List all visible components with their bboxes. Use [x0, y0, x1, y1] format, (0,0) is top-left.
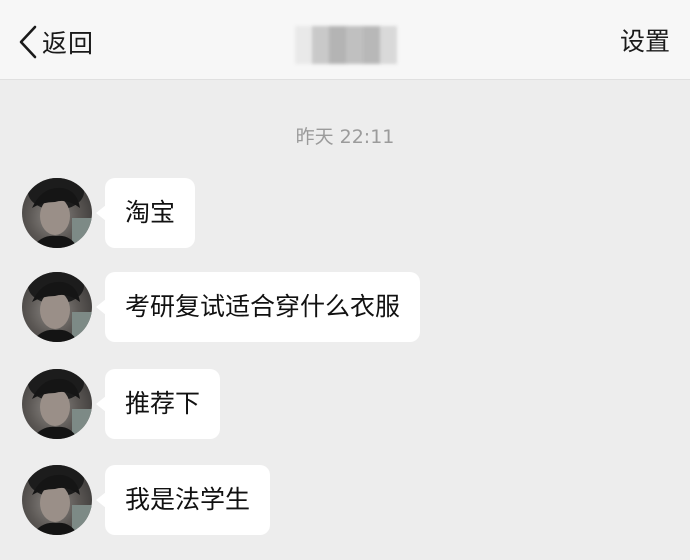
message-bubble[interactable]: 淘宝 — [95, 178, 196, 248]
avatar[interactable] — [22, 272, 92, 342]
chevron-left-icon — [19, 25, 37, 59]
chat-title-redacted — [295, 26, 397, 64]
avatar[interactable] — [22, 369, 92, 439]
message-bubble[interactable]: 推荐下 — [95, 369, 221, 439]
message-bubble[interactable]: 考研复试适合穿什么衣服 — [95, 272, 421, 342]
timestamp: 昨天 22:11 — [295, 126, 395, 148]
avatar-photo — [28, 272, 92, 342]
back-button[interactable]: 返回 — [18, 22, 94, 62]
avatar[interactable] — [22, 465, 92, 535]
settings-button[interactable]: 设置 — [620, 22, 670, 62]
back-label: 返回 — [42, 29, 95, 58]
avatar-photo — [28, 465, 92, 535]
avatar-photo — [28, 369, 92, 439]
avatar-photo — [28, 178, 92, 248]
message-bubble[interactable]: 我是法学生 — [95, 465, 271, 535]
avatar[interactable] — [22, 178, 92, 248]
navigation-bar: 返回 设置 — [0, 0, 690, 80]
